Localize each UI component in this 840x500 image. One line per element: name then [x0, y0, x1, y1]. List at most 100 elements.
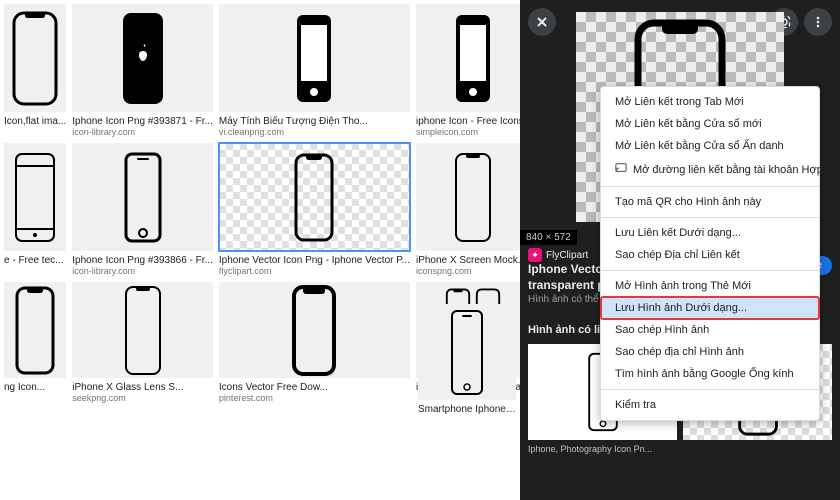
- thumb-title: Iphone Icon Png #393866 - Fr...: [72, 255, 213, 266]
- thumb-source: vi.cleanpng.com: [219, 127, 410, 137]
- grid-cell[interactable]: Icons Vector Free Dow...pinterest.com: [219, 282, 410, 403]
- thumb-source: pinterest.com: [219, 393, 410, 403]
- phone-apple-icon: [118, 11, 168, 106]
- thumbnail[interactable]: [416, 4, 520, 112]
- thumb-title: iPhone X Screen Mock...: [416, 255, 520, 266]
- context-menu-label: Mở Hình ảnh trong Thẻ Mới: [615, 280, 751, 292]
- source-favicon-icon: ✦: [528, 248, 542, 262]
- thumbnail[interactable]: [72, 4, 213, 112]
- image-grid-panel: Icon,flat ima... Iphone Icon Png #393871…: [0, 0, 520, 500]
- context-menu-label: Kiểm tra: [615, 399, 656, 411]
- thumb-title: Icon,flat ima...: [4, 116, 66, 127]
- phone-wide-notch-icon: [289, 283, 339, 378]
- thumb-source: icon-library.com: [72, 127, 213, 137]
- context-menu-label: Tạo mã QR cho Hình ảnh này: [615, 196, 761, 208]
- copyright-hint: Hình ảnh có thể đ: [528, 294, 607, 305]
- grid-cell[interactable]: Icon,flat ima...: [4, 4, 66, 137]
- context-menu-item[interactable]: Sao chép Hình ảnh: [601, 319, 819, 341]
- thumbnail[interactable]: [4, 143, 66, 251]
- grid-cell[interactable]: iphone Icon - Free Iconssimpleicon.com: [416, 4, 520, 137]
- context-menu-item[interactable]: Sao chép Địa chỉ Liên kết: [601, 244, 819, 266]
- thumbnail[interactable]: [4, 4, 66, 112]
- cast-icon: [615, 162, 627, 177]
- context-menu-label: Mở Liên kết bằng Cửa sổ mới: [615, 118, 762, 130]
- phone-home-icon: [442, 305, 492, 400]
- thumbnail[interactable]: [72, 143, 213, 251]
- context-menu-item[interactable]: Mở Hình ảnh trong Thẻ Mới: [601, 275, 819, 297]
- context-menu-item[interactable]: Tạo mã QR cho Hình ảnh này: [601, 191, 819, 213]
- context-menu-separator: [601, 186, 819, 187]
- grid-cell[interactable]: Iphone Vector Icon Png - Iphone Vector P…: [219, 143, 410, 276]
- context-menu-label: Lưu Hình ảnh Dưới dạng...: [615, 302, 747, 314]
- more-button[interactable]: [804, 8, 832, 36]
- phone-notch-icon: [289, 150, 339, 245]
- context-menu-item[interactable]: Lưu Hình ảnh Dưới dạng...: [601, 297, 819, 319]
- context-menu-separator: [601, 270, 819, 271]
- context-menu-item[interactable]: Tìm hình ảnh bằng Google Ống kính: [601, 363, 819, 385]
- phone-classic-icon: [289, 11, 339, 106]
- phone-icon: [10, 11, 60, 106]
- thumb-title: ng Icon...: [4, 382, 66, 393]
- grid-cell[interactable]: Smartphone Iphone Ve...: [418, 304, 516, 415]
- grid-cell[interactable]: Iphone Icon Png #393871 - Fr...icon-libr…: [72, 4, 213, 137]
- phone-home-icon: [118, 150, 168, 245]
- source-name: FlyClipart: [546, 250, 588, 261]
- context-menu-item[interactable]: Mở đường liên kết bằng tài khoản Hợp: [601, 157, 819, 182]
- thumb-title: Iphone Icon Png #393871 - Fr...: [72, 116, 213, 127]
- thumb-source: seekpng.com: [72, 393, 213, 403]
- thumb-title: Máy Tính Biểu Tượng Điện Tho...: [219, 116, 410, 127]
- thumb-source: simpleicon.com: [416, 127, 520, 137]
- close-icon: [535, 15, 549, 29]
- context-menu-label: Mở Liên kết trong Tab Mới: [615, 96, 744, 108]
- context-menu-label: Sao chép Hình ảnh: [615, 324, 709, 336]
- phonex-outline-icon: [448, 150, 498, 245]
- thumbnail[interactable]: [416, 143, 520, 251]
- grid-cell[interactable]: ng Icon...: [4, 282, 66, 403]
- grid-cell[interactable]: e - Free tec...: [4, 143, 66, 276]
- close-button[interactable]: [528, 8, 556, 36]
- thumb-title: iPhone X Glass Lens S...: [72, 382, 213, 393]
- thumbnail[interactable]: [219, 4, 410, 112]
- context-menu-item[interactable]: Kiểm tra: [601, 394, 819, 416]
- more-vertical-icon: [811, 15, 825, 29]
- context-menu-label: Sao chép Địa chỉ Liên kết: [615, 249, 740, 261]
- grid-cell[interactable]: Iphone Icon Png #393866 - Fr...icon-libr…: [72, 143, 213, 276]
- grid-cell[interactable]: iPhone X Glass Lens S...seekpng.com: [72, 282, 213, 403]
- context-menu-label: Sao chép địa chỉ Hình ảnh: [615, 346, 744, 358]
- thumb-source: flyclipart.com: [219, 266, 410, 276]
- thumb-source: icon-library.com: [72, 266, 213, 276]
- context-menu-item[interactable]: Sao chép địa chỉ Hình ảnh: [601, 341, 819, 363]
- context-menu-separator: [601, 217, 819, 218]
- context-menu-label: Mở đường liên kết bằng tài khoản Hợp: [633, 164, 823, 176]
- context-menu-item[interactable]: Mở Liên kết bằng Cửa sổ Ẩn danh: [601, 135, 819, 157]
- dimensions-badge: 840 × 572: [520, 230, 577, 245]
- phone-classic-icon: [448, 11, 498, 106]
- context-menu-separator: [601, 389, 819, 390]
- context-menu-label: Mở Liên kết bằng Cửa sổ Ẩn danh: [615, 140, 784, 152]
- context-menu-label: Tìm hình ảnh bằng Google Ống kính: [615, 368, 794, 380]
- thumb-title: Smartphone Iphone Ve...: [418, 404, 516, 415]
- thumbnail[interactable]: [4, 282, 66, 378]
- context-menu-item[interactable]: Mở Liên kết bằng Cửa sổ mới: [601, 113, 819, 135]
- phonex-outline-icon: [118, 283, 168, 378]
- grid-cell[interactable]: iPhone X Screen Mock...iconspng.com: [416, 143, 520, 276]
- thumb-title: Iphone Vector Icon Png - Iphone Vector P…: [219, 255, 410, 266]
- context-menu-item[interactable]: Lưu Liên kết Dưới dạng...: [601, 222, 819, 244]
- thumb-title: Icons Vector Free Dow...: [219, 382, 410, 393]
- thumb-title: iphone Icon - Free Icons: [416, 116, 520, 127]
- context-menu-item[interactable]: Mở Liên kết trong Tab Mới: [601, 91, 819, 113]
- thumbnail[interactable]: [418, 304, 516, 400]
- thumb-title: e - Free tec...: [4, 255, 66, 266]
- phone-notch-icon: [10, 283, 60, 378]
- thumb-source: iconspng.com: [416, 266, 520, 276]
- related-caption: Iphone, Photography Icon Pn...: [528, 444, 652, 454]
- phone-outline-icon: [10, 150, 60, 245]
- related-header: Hình ảnh có liê: [528, 324, 606, 336]
- thumbnail[interactable]: [72, 282, 213, 378]
- thumbnail-selected[interactable]: [219, 143, 410, 251]
- context-menu-label: Lưu Liên kết Dưới dạng...: [615, 227, 741, 239]
- grid-cell[interactable]: Máy Tính Biểu Tượng Điện Tho...vi.cleanp…: [219, 4, 410, 137]
- thumbnail[interactable]: [219, 282, 410, 378]
- context-menu: Mở Liên kết trong Tab Mới Mở Liên kết bằn…: [600, 86, 820, 421]
- source-row[interactable]: ✦ FlyClipart: [528, 248, 588, 262]
